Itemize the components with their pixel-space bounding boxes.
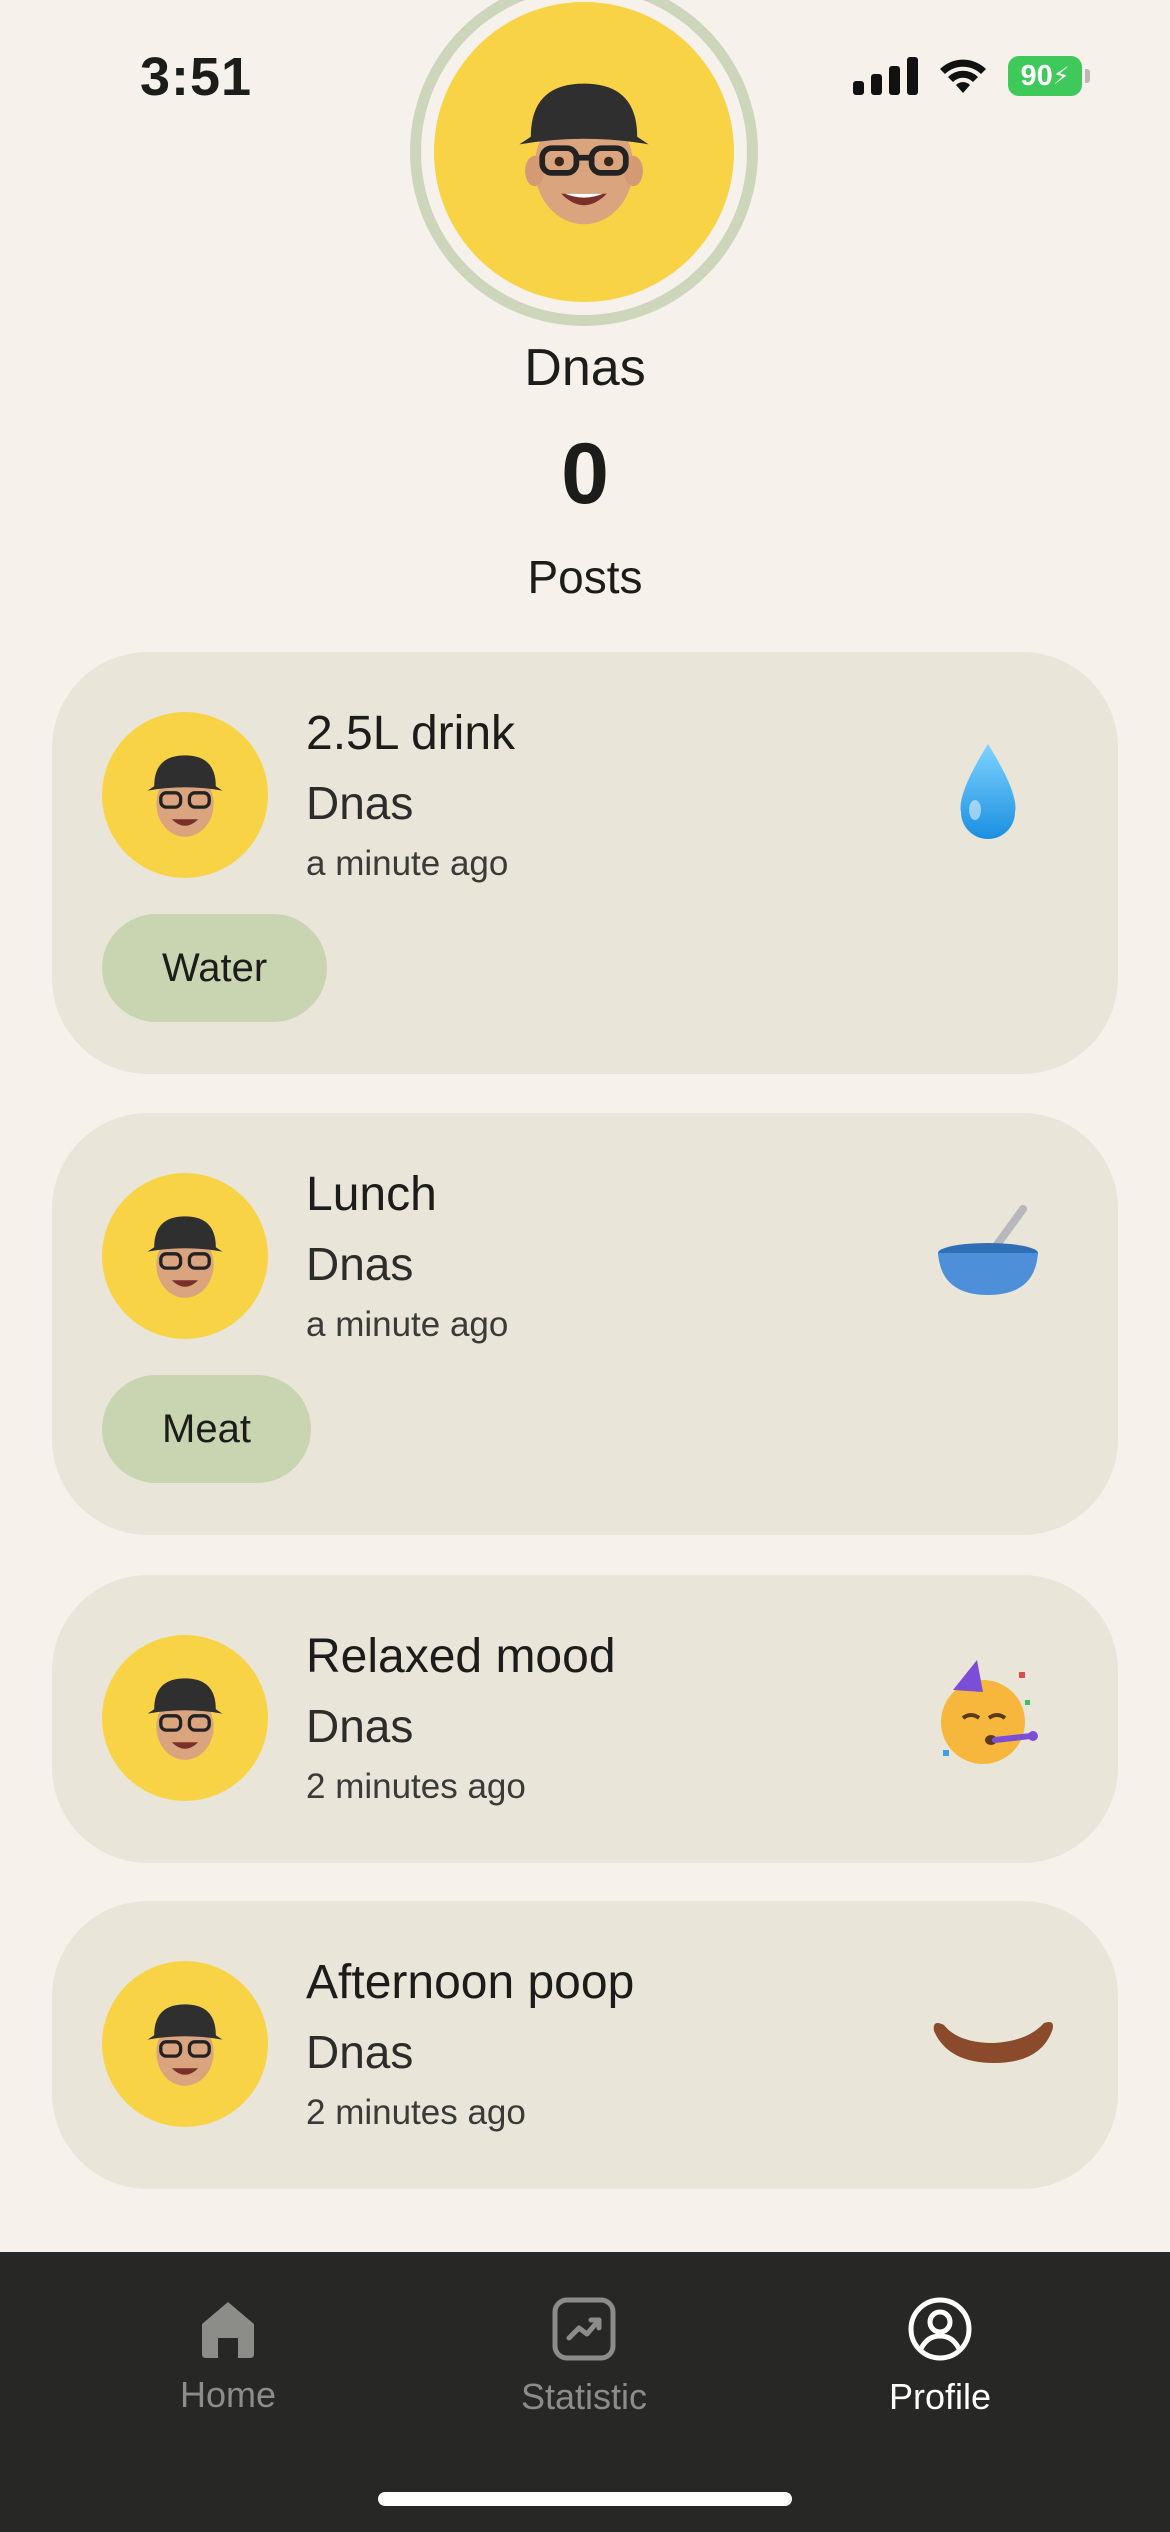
battery-level: 90 [1020,59,1053,92]
status-indicators: 90 ⚡ [853,56,1090,96]
memoji-avatar-icon [434,2,734,302]
memoji-avatar-icon [102,1635,268,1801]
home-indicator[interactable] [378,2492,792,2506]
posts-count: 0 [561,426,609,522]
post-time: a minute ago [306,1305,509,1344]
post-card[interactable]: 2.5L drink Dnas a minute ago Water [52,652,1118,1074]
post-card[interactable]: Lunch Dnas a minute ago Meat [52,1113,1118,1535]
profile-avatar[interactable] [410,0,758,326]
post-tag[interactable]: Water [102,914,328,1022]
nav-statistic-label: Statistic [520,2376,648,2417]
posts-label: Posts [527,551,643,603]
profile-name: Dnas [524,339,646,397]
post-time: a minute ago [306,844,509,883]
memoji-avatar-icon [102,1961,268,2127]
battery-icon: 90 ⚡ [1008,56,1090,96]
post-author: Dnas [306,2026,414,2078]
poop-smile-icon [928,1981,1058,2101]
memoji-avatar-icon [102,712,268,878]
post-title: Relaxed mood [306,1630,616,1683]
post-title: Afternoon poop [306,1956,635,2009]
user-circle-icon [908,2297,972,2361]
nav-home[interactable]: Home [78,2296,378,2416]
water-drop-icon [928,732,1048,852]
bowl-icon [928,1193,1048,1313]
wifi-icon [938,57,988,95]
cellular-signal-icon [853,57,918,95]
status-time: 3:51 [140,47,253,107]
nav-profile-label: Profile [888,2376,992,2417]
memoji-avatar-icon [102,1173,268,1339]
nav-profile[interactable]: Profile [790,2296,1090,2418]
post-tag[interactable]: Meat [102,1375,311,1483]
post-author: Dnas [306,1700,414,1752]
nav-home-label: Home [179,2374,277,2415]
nav-statistic[interactable]: Statistic [434,2296,734,2418]
post-time: 2 minutes ago [306,1767,526,1806]
post-time: 2 minutes ago [306,2093,526,2132]
home-icon [202,2302,254,2358]
post-card[interactable]: Relaxed mood Dnas 2 minutes ago [52,1575,1118,1863]
post-title: Lunch [306,1168,437,1221]
post-author: Dnas [306,777,414,829]
party-face-icon [928,1655,1048,1775]
chart-icon [552,2297,616,2361]
post-card[interactable]: Afternoon poop Dnas 2 minutes ago [52,1901,1118,2189]
post-author: Dnas [306,1238,414,1290]
bottom-nav: Home Statistic Profile [0,2252,1170,2532]
post-title: 2.5L drink [306,707,516,760]
